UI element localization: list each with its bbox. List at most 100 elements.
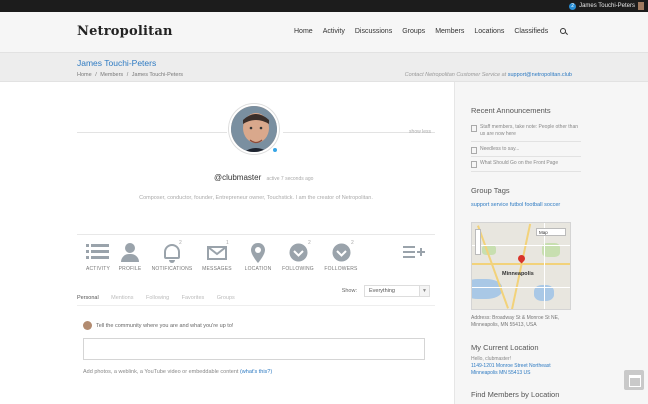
show-less-toggle[interactable]: show less [409, 129, 431, 135]
divider [471, 141, 581, 142]
divider [77, 305, 435, 306]
username-handle: @clubmaster [214, 173, 262, 182]
breadcrumb-current: James Touchi-Peters [131, 72, 184, 78]
contact-support-text: Contact Netropolitan Customer Service at [404, 72, 507, 78]
bell-icon: 2 [151, 240, 193, 264]
tab-notifications[interactable]: 2 NOTIFICATIONS [151, 240, 193, 272]
current-location-title: My Current Location [471, 343, 539, 352]
more-tabs-button[interactable] [393, 242, 435, 264]
subtab-favorites[interactable]: Favorites [182, 295, 205, 301]
location-map[interactable]: Map Minneapolis [471, 222, 571, 310]
avatar-photo-icon [231, 106, 277, 152]
message-icon[interactable] [624, 370, 644, 390]
nav-home[interactable]: Home [294, 28, 313, 36]
admin-bar: 2 James Touchi-Peters [0, 0, 648, 12]
tab-label: NOTIFICATIONS [151, 266, 193, 272]
show-filter-select[interactable]: Everything ▼ [364, 285, 430, 297]
envelope-icon: 1 [196, 240, 238, 264]
messages-count: 1 [226, 240, 229, 246]
breadcrumb-separator: / [95, 72, 97, 78]
site-header: Netropolitan Home Activity Discussions G… [0, 12, 648, 52]
divider [77, 132, 227, 133]
last-active: active 7 seconds ago [266, 176, 314, 182]
chevron-down-circle-icon: 2 [320, 240, 362, 264]
admin-bar-avatar[interactable] [638, 2, 644, 10]
show-filter-value: Everything [369, 288, 395, 294]
nav-members[interactable]: Members [435, 28, 464, 36]
post-prompt: Tell the community where you are and wha… [96, 323, 234, 329]
following-count: 2 [308, 240, 311, 246]
breadcrumb-separator: / [126, 72, 129, 78]
nav-groups[interactable]: Groups [402, 28, 425, 36]
location-street[interactable]: 1149-1201 Monroe Street Northeast [471, 363, 581, 370]
site-logo[interactable]: Netropolitan [77, 24, 173, 39]
profile-tabs: ACTIVITY PROFILE 2 NOTIFICATIONS 1 MESSA [77, 240, 435, 278]
chevron-down-circle-icon: 2 [277, 240, 319, 264]
contact-support-email[interactable]: support@netropolitan.club [508, 72, 572, 78]
add-media-text: Add photos, a weblink, a YouTube video o… [83, 369, 239, 375]
divider [471, 156, 581, 157]
tab-following[interactable]: 2 FOLLOWING [277, 240, 319, 272]
subtab-following[interactable]: Following [146, 295, 169, 301]
tab-label: FOLLOWING [282, 266, 314, 272]
location-city[interactable]: Minneapolis MN 55413 US [471, 370, 581, 377]
page-title-bar: James Touchi-Peters Home / Members / Jam… [0, 52, 648, 82]
nav-discussions[interactable]: Discussions [355, 28, 392, 36]
group-tags[interactable]: support service futbol football soccer [471, 202, 560, 208]
tab-label: LOCATION [244, 266, 272, 272]
status-update-input[interactable] [83, 338, 425, 360]
subtab-groups[interactable]: Groups [217, 295, 235, 301]
page-title: James Touchi-Peters [77, 58, 157, 68]
location-greeting: Hello, clubmaster! [471, 356, 512, 362]
nav-locations[interactable]: Locations [474, 28, 504, 36]
main-nav: Home Activity Discussions Groups Members… [294, 28, 568, 36]
tab-label: PROFILE [118, 266, 142, 272]
breadcrumb-members[interactable]: Members [100, 72, 123, 78]
map-address: Address: Broadway St & Monroe St NE, Min… [471, 315, 560, 328]
announcement-item[interactable]: Staff members, take note: People other t… [471, 124, 581, 138]
list-add-icon [393, 242, 435, 264]
subtab-mentions[interactable]: Mentions [111, 295, 133, 301]
activity-subtabs: Personal Mentions Following Favorites Gr… [77, 285, 435, 301]
show-filter-label: Show: [341, 288, 357, 294]
followers-count: 2 [351, 240, 354, 246]
map-city-label: Minneapolis [502, 271, 534, 277]
profile-handle: @clubmaster active 7 seconds ago [214, 173, 313, 182]
divider [77, 234, 435, 235]
contact-support: Contact Netropolitan Customer Service at… [405, 72, 572, 78]
whats-this-link[interactable]: (what's this?) [240, 369, 272, 375]
admin-bar-username[interactable]: James Touchi-Peters [579, 3, 635, 9]
tab-profile[interactable]: PROFILE [109, 242, 151, 272]
divider [471, 171, 581, 172]
chevron-down-icon: ▼ [419, 286, 429, 296]
announcement-item[interactable]: What Should Go on the Front Page [471, 160, 581, 168]
tab-followers[interactable]: 2 FOLLOWERS [320, 240, 362, 272]
map-type-select[interactable]: Map [536, 228, 566, 236]
find-members-title: Find Members by Location [471, 390, 560, 399]
nav-activity[interactable]: Activity [323, 28, 345, 36]
breadcrumb: Home / Members / James Touchi-Peters [77, 72, 185, 78]
map-zoom-control[interactable] [475, 229, 481, 255]
tab-label: FOLLOWERS [324, 266, 358, 272]
user-icon [109, 242, 151, 264]
announcements-title: Recent Announcements [471, 106, 551, 115]
notification-count-badge[interactable]: 2 [569, 2, 577, 10]
map-pin-icon[interactable] [516, 253, 527, 264]
announcement-item[interactable]: Needless to say... [471, 146, 581, 154]
tab-location[interactable]: LOCATION [237, 242, 279, 272]
group-tags-title: Group Tags [471, 186, 510, 195]
current-location: Hello, clubmaster! 1149-1201 Monroe Stre… [471, 356, 581, 377]
admin-bar-user[interactable]: 2 James Touchi-Peters [569, 1, 644, 11]
search-icon[interactable] [560, 28, 568, 36]
poster-avatar [83, 321, 92, 330]
sidebar: Recent Announcements Staff members, take… [454, 82, 648, 404]
notifications-count: 2 [179, 240, 182, 246]
tab-messages[interactable]: 1 MESSAGES [196, 240, 238, 272]
subtab-personal[interactable]: Personal [77, 295, 99, 301]
tab-label: MESSAGES [202, 266, 232, 272]
breadcrumb-home[interactable]: Home [77, 72, 92, 78]
profile-avatar[interactable] [229, 104, 279, 154]
add-media-hint: Add photos, a weblink, a YouTube video o… [83, 369, 272, 375]
online-status-icon [272, 147, 278, 153]
nav-classifieds[interactable]: Classifieds [514, 28, 548, 36]
